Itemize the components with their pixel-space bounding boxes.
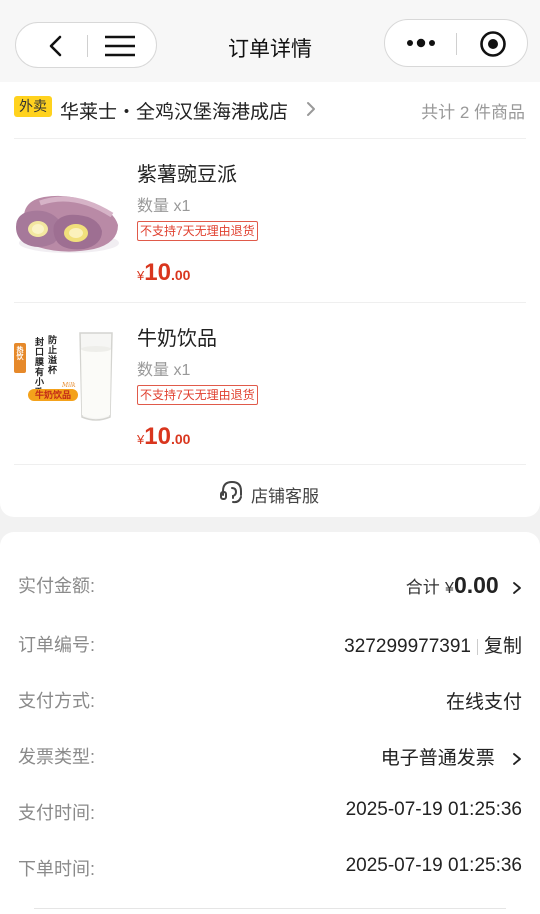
order-number-value: 327299977391 复制 (344, 631, 522, 658)
payment-time-label: 支付时间: (18, 803, 96, 823)
order-number-row: 订单编号: 327299977391 复制 (0, 623, 540, 663)
product-image (16, 195, 119, 253)
divider (14, 464, 526, 465)
store-service-label: 店铺客服 (251, 487, 319, 506)
list-item[interactable]: 紫薯豌豆派 数量 x1 不支持7天无理由退货 ¥10.00 (0, 139, 540, 302)
headset-icon (220, 480, 242, 504)
item-count: 共计 2 件商品 (421, 103, 525, 122)
divider (34, 908, 506, 909)
image-text-col2: 防止溢杯 (46, 334, 57, 375)
item-name: 牛奶饮品 (137, 328, 217, 350)
order-time-row: 下单时间: 2025-07-19 01:25:36 (0, 847, 540, 887)
order-number: 327299977391 (344, 636, 471, 657)
return-policy-tag: 不支持7天无理由退货 (137, 221, 258, 241)
order-time-value: 2025-07-19 01:25:36 (345, 855, 522, 876)
invoice-type-value: 电子普通发票 (381, 743, 522, 770)
shop-name[interactable]: 华莱士・全鸡汉堡海港成店 (60, 97, 288, 124)
more-icon[interactable] (405, 34, 437, 52)
item-name: 紫薯豌豆派 (137, 164, 237, 186)
paid-amount-row[interactable]: 实付金额: 合计 ¥0.00 (0, 564, 540, 604)
chevron-right-icon (513, 753, 521, 765)
product-image: 热饮 封口膜有小孔 防止溢杯 牛奶饮品 Milk (14, 332, 113, 421)
paid-amount-label: 实付金额: (18, 576, 96, 596)
image-text-col1: 封口膜有小孔 (33, 336, 45, 397)
chevron-right-icon (307, 102, 315, 116)
list-item[interactable]: 热饮 封口膜有小孔 防止溢杯 牛奶饮品 Milk 牛奶饮品 数量 x1 不支持7… (0, 303, 540, 466)
chevron-right-icon (513, 582, 521, 594)
item-price: ¥10.00 (137, 423, 191, 450)
delivery-badge: 外卖 (14, 96, 52, 117)
shop-header[interactable]: 外卖 华莱士・全鸡汉堡海港成店 共计 2 件商品 (0, 82, 540, 138)
payment-method-label: 支付方式: (18, 691, 96, 711)
item-quantity: 数量 x1 (137, 198, 191, 215)
invoice-type-label: 发票类型: (18, 747, 96, 767)
image-text-banner: 牛奶饮品 (35, 389, 71, 401)
return-policy-tag: 不支持7天无理由退货 (137, 385, 258, 405)
payment-method-row: 支付方式: 在线支付 (0, 679, 540, 719)
nav-capsule-right (384, 19, 528, 67)
item-quantity: 数量 x1 (137, 362, 191, 379)
payment-time-value: 2025-07-19 01:25:36 (345, 799, 522, 820)
payment-time-row: 支付时间: 2025-07-19 01:25:36 (0, 791, 540, 831)
copy-button[interactable]: 复制 (484, 636, 522, 657)
invoice-type-row[interactable]: 发票类型: 电子普通发票 (0, 735, 540, 775)
copy-divider (476, 638, 478, 655)
order-items-card: 外卖 华莱士・全鸡汉堡海港成店 共计 2 件商品 紫薯豌豆派 数量 x1 不支持… (0, 82, 540, 517)
top-nav-bar: 订单详情 (0, 0, 540, 82)
capsule-divider (456, 33, 457, 55)
order-number-label: 订单编号: (18, 635, 96, 655)
target-icon[interactable] (479, 30, 507, 58)
item-price: ¥10.00 (137, 259, 191, 286)
paid-amount-value: 合计 ¥0.00 (406, 572, 522, 599)
store-service-button[interactable]: 店铺客服 (0, 469, 540, 515)
image-text-hot: 热饮 (16, 345, 25, 361)
payment-method-value: 在线支付 (445, 692, 522, 713)
order-details-card: 实付金额: 合计 ¥0.00 订单编号: 327299977391 复制 支付方式… (0, 532, 540, 914)
image-text-script: Milk (61, 382, 76, 389)
order-time-label: 下单时间: (18, 859, 96, 879)
